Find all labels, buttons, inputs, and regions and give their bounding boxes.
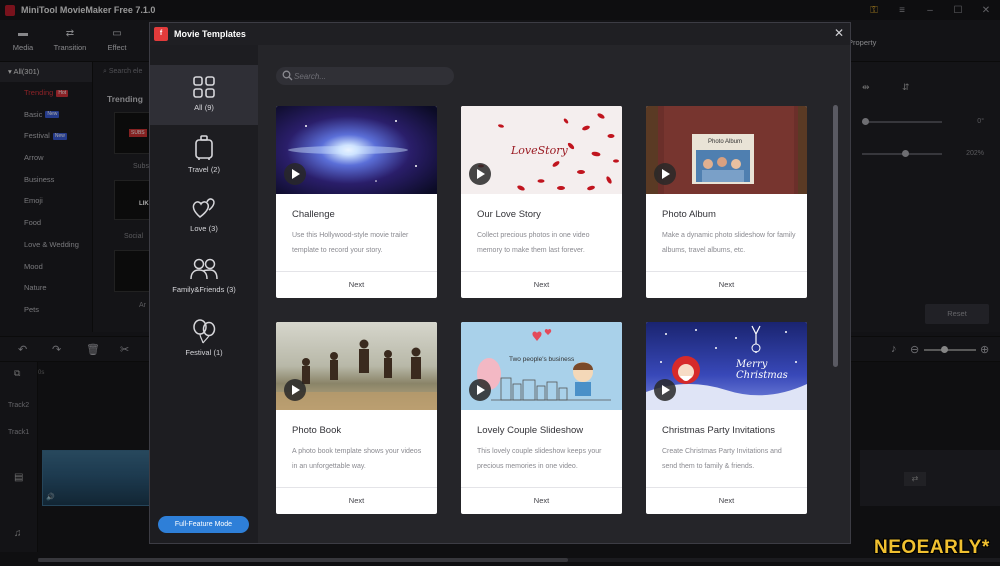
dialog-title: Movie Templates <box>174 29 246 39</box>
template-thumbnail[interactable]: Merry Christmas <box>646 322 807 410</box>
next-button[interactable]: Next <box>461 487 622 514</box>
category-count: (3) <box>226 285 236 294</box>
template-category-love[interactable]: Love (3) <box>150 186 258 246</box>
next-button[interactable]: Next <box>461 271 622 298</box>
category-count: (1) <box>213 348 223 357</box>
template-card-christmas-party-invitations[interactable]: Merry Christmas Christmas Party Invitati… <box>646 322 807 514</box>
card-description: Collect precious photos in one video mem… <box>477 232 590 254</box>
next-button[interactable]: Next <box>646 271 807 298</box>
category-label: Family&Friends <box>172 285 225 294</box>
play-icon[interactable] <box>469 379 491 401</box>
balloons-icon <box>193 319 216 344</box>
card-description: Make a dynamic photo slideshow for famil… <box>662 232 796 254</box>
template-category-travel[interactable]: Travel (2) <box>150 125 258 185</box>
thumbnail-text: Photo Album <box>708 139 743 145</box>
card-title: Lovely Couple Slideshow <box>477 425 584 436</box>
template-list-scrollbar[interactable] <box>833 105 838 367</box>
people-icon <box>190 258 218 280</box>
template-card-photo-book[interactable]: Photo Book A photo book template shows y… <box>276 322 437 514</box>
category-count: (9) <box>204 103 214 112</box>
card-title: Challenge <box>292 209 335 220</box>
card-title: Photo Book <box>292 425 342 436</box>
template-search-box[interactable] <box>276 67 454 85</box>
template-category-all[interactable]: All (9) <box>150 65 258 125</box>
hearts-icon <box>192 198 215 218</box>
play-icon[interactable] <box>654 379 676 401</box>
close-icon[interactable]: ✕ <box>834 26 844 40</box>
movie-templates-dialog: f Movie Templates ✕ All (9) Travel (2) L… <box>149 22 851 544</box>
thumbnail-text: Two people's business <box>509 356 575 363</box>
watermark: NEOEARLY* <box>874 537 990 558</box>
grid-icon <box>193 76 215 98</box>
suitcase-icon <box>195 135 213 160</box>
category-count: (3) <box>208 224 218 233</box>
template-thumbnail[interactable] <box>276 106 437 194</box>
template-search-input[interactable] <box>294 67 444 85</box>
templates-logo-icon: f <box>154 27 168 41</box>
card-description: Use this Hollywood-style movie trailer t… <box>292 232 409 254</box>
card-title: Our Love Story <box>477 209 541 220</box>
template-card-challenge[interactable]: Challenge Use this Hollywood-style movie… <box>276 106 437 298</box>
category-count: (2) <box>210 165 220 174</box>
template-thumbnail[interactable]: Two people's business <box>461 322 622 410</box>
template-category-festival[interactable]: Festival (1) <box>150 308 258 368</box>
next-button[interactable]: Next <box>276 271 437 298</box>
template-card-lovely-couple-slideshow[interactable]: Two people's business Lovely Couple Slid… <box>461 322 622 514</box>
card-description: A photo book template shows your videos … <box>292 448 422 470</box>
next-button[interactable]: Next <box>646 487 807 514</box>
template-category-family-friends[interactable]: Family&Friends (3) <box>150 247 258 307</box>
template-category-sidebar: All (9) Travel (2) Love (3) Family&Frien… <box>150 45 258 543</box>
template-thumbnail[interactable]: LoveStory <box>461 106 622 194</box>
search-icon <box>282 70 293 81</box>
card-title: Christmas Party Invitations <box>662 425 775 436</box>
template-thumbnail[interactable] <box>276 322 437 410</box>
category-label: Festival <box>185 348 212 357</box>
next-button[interactable]: Next <box>276 487 437 514</box>
thumbnail-text: LoveStory <box>511 144 568 157</box>
dialog-header: f Movie Templates ✕ <box>150 23 850 45</box>
play-icon[interactable] <box>284 379 306 401</box>
play-icon[interactable] <box>654 163 676 185</box>
category-label: Love <box>190 224 207 233</box>
template-card-our-love-story[interactable]: LoveStory Our Love Story Collect preciou… <box>461 106 622 298</box>
category-label: All <box>194 103 203 112</box>
play-icon[interactable] <box>284 163 306 185</box>
category-label: Travel <box>188 165 209 174</box>
card-description: This lovely couple slideshow keeps your … <box>477 448 602 470</box>
play-icon[interactable] <box>469 163 491 185</box>
template-thumbnail[interactable]: Photo Album <box>646 106 807 194</box>
template-card-photo-album[interactable]: Photo Album Photo Album Make a dynamic p… <box>646 106 807 298</box>
card-title: Photo Album <box>662 209 716 220</box>
card-description: Create Christmas Party Invitations and s… <box>662 448 782 470</box>
thumbnail-text: Merry Christmas <box>736 359 788 381</box>
full-feature-mode-button[interactable]: Full-Feature Mode <box>158 516 249 533</box>
